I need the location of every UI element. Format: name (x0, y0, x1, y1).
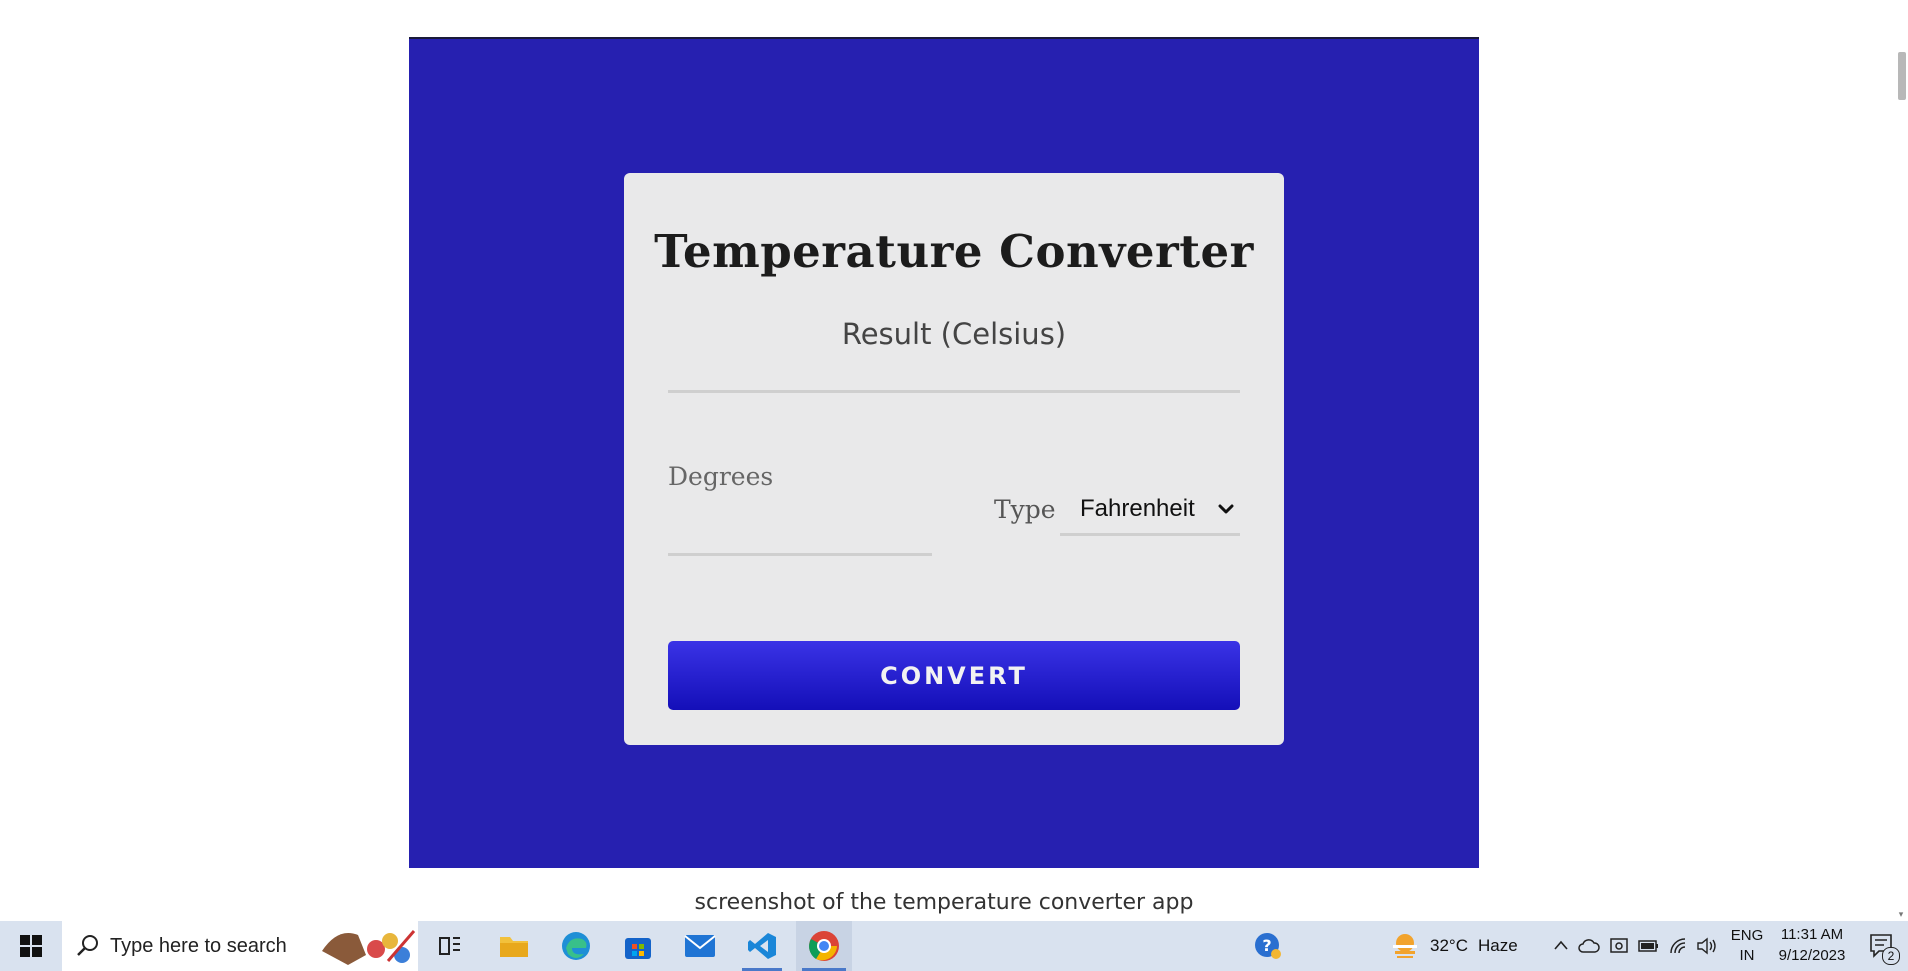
region-code: IN (1739, 947, 1755, 964)
cloud-icon (1578, 939, 1600, 953)
edge-button[interactable] (550, 921, 602, 971)
app-screenshot: Temperature Converter Result (Celsius) D… (409, 37, 1479, 868)
onedrive-tray[interactable] (1576, 921, 1602, 971)
task-view-icon (439, 937, 460, 955)
weather-icon (1393, 934, 1417, 958)
chrome-icon (809, 931, 839, 961)
search-placeholder: Type here to search (110, 934, 287, 957)
security-icon (1610, 938, 1628, 953)
edge-icon (562, 932, 590, 960)
scroll-down-icon[interactable]: ▾ (1896, 909, 1906, 919)
taskbar-clock[interactable]: 11:31 AM 9/12/2023 (1774, 926, 1850, 964)
store-button[interactable] (612, 921, 664, 971)
converter-card: Temperature Converter Result (Celsius) D… (624, 173, 1284, 745)
type-select[interactable]: Fahrenheit (1060, 483, 1240, 536)
page-scrollbar[interactable]: ▾ (1894, 0, 1908, 921)
file-explorer-button[interactable] (488, 921, 540, 971)
search-icon (77, 935, 98, 956)
show-hidden-icons-button[interactable] (1548, 921, 1574, 971)
help-icon: ? (1255, 933, 1281, 959)
taskbar: Type here to search ? 32°C Haze ENG IN 1… (0, 921, 1908, 971)
windows-icon (20, 935, 42, 957)
store-icon (625, 938, 651, 959)
security-tray[interactable] (1606, 921, 1632, 971)
chrome-button[interactable] (796, 921, 852, 971)
degrees-label: Degrees (668, 462, 774, 491)
help-button[interactable]: ? (1250, 921, 1286, 971)
type-select-value: Fahrenheit (1080, 495, 1195, 522)
clock-date: 9/12/2023 (1778, 947, 1846, 964)
search-highlight-icon (322, 930, 416, 965)
degrees-input[interactable] (668, 503, 932, 556)
chevron-up-icon (1554, 940, 1568, 950)
weather-widget[interactable]: 32°C Haze (1390, 921, 1526, 971)
battery-icon (1638, 940, 1658, 952)
wifi-tray[interactable] (1666, 921, 1692, 971)
vscode-icon (748, 933, 776, 959)
wifi-icon (1670, 938, 1686, 954)
convert-button[interactable]: CONVERT (668, 641, 1240, 710)
battery-tray[interactable] (1636, 921, 1662, 971)
vscode-button[interactable] (736, 921, 788, 971)
weather-temp: 32°C (1430, 936, 1468, 955)
language-indicator[interactable]: ENG IN (1728, 927, 1766, 964)
mail-button[interactable] (674, 921, 726, 971)
volume-tray[interactable] (1694, 921, 1720, 971)
clock-time: 11:31 AM (1780, 926, 1844, 943)
language-code: ENG (1730, 927, 1764, 944)
type-label: Type (994, 495, 1056, 524)
taskbar-search[interactable]: Type here to search (62, 921, 418, 971)
weather-desc: Haze (1477, 936, 1518, 955)
task-view-button[interactable] (424, 921, 476, 971)
chevron-down-icon (1218, 504, 1234, 514)
notification-center-button[interactable]: 2 (1862, 921, 1902, 971)
mail-icon (684, 935, 716, 957)
notification-count-badge: 2 (1882, 947, 1900, 965)
result-label: Result (Celsius) (841, 317, 1067, 351)
volume-icon (1697, 937, 1716, 955)
svg-text:?: ? (1262, 936, 1271, 955)
folder-icon (500, 937, 528, 957)
page-title: Temperature Converter (654, 225, 1254, 278)
result-divider (668, 390, 1240, 393)
start-button[interactable] (0, 921, 62, 971)
scrollbar-thumb[interactable] (1898, 52, 1906, 100)
browser-page: Temperature Converter Result (Celsius) D… (0, 0, 1908, 921)
image-caption: screenshot of the temperature converter … (694, 890, 1194, 915)
